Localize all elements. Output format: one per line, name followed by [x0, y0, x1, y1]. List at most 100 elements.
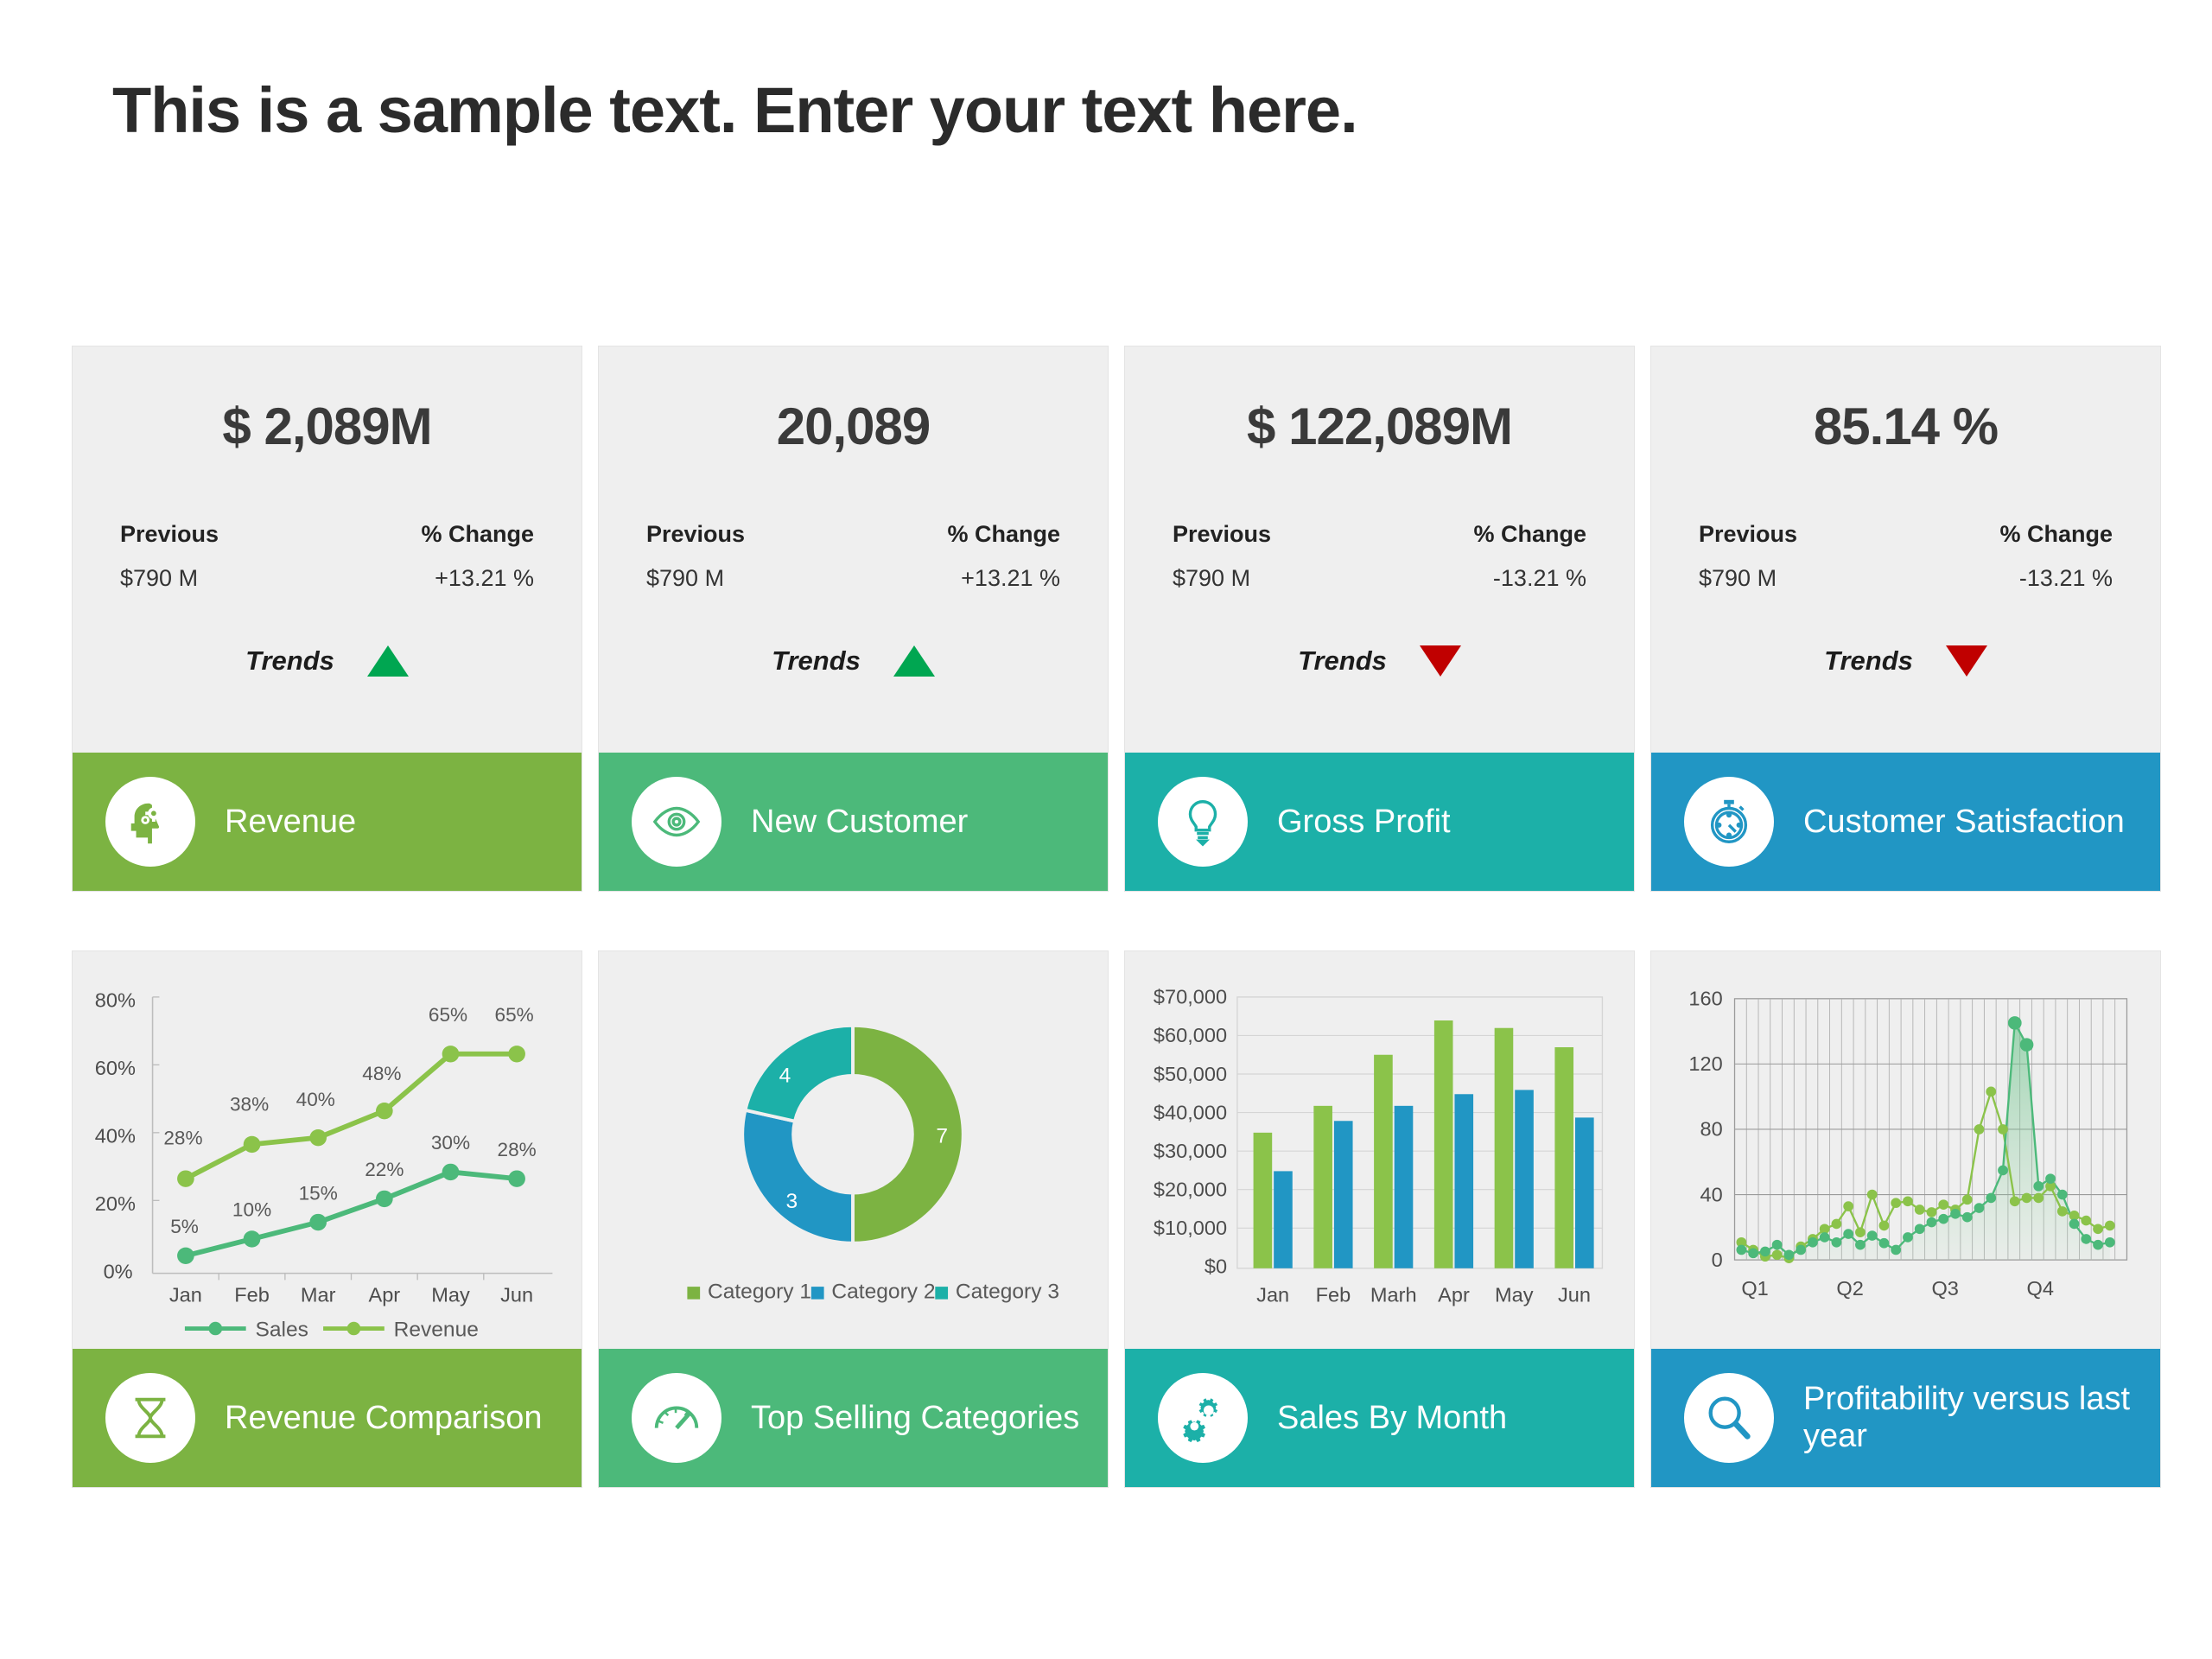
svg-text:Feb: Feb: [1316, 1284, 1351, 1306]
kpi-value: $ 2,089M: [222, 397, 432, 455]
kpi-stats: Previous $790 M % Change +13.21 %: [599, 521, 1108, 592]
stopwatch-icon: [1684, 777, 1774, 867]
svg-text:Feb: Feb: [234, 1284, 270, 1306]
kpi-body: $ 122,089M Previous $790 M % Change -13.…: [1125, 346, 1634, 753]
trend-label: Trends: [772, 645, 861, 676]
svg-text:$10,000: $10,000: [1154, 1217, 1227, 1239]
kpi-value: 20,089: [776, 397, 931, 455]
svg-text:80%: 80%: [95, 989, 136, 1012]
kpi-footer-customer-satisfaction[interactable]: Customer Satisfaction: [1651, 753, 2160, 891]
chart-footer-label: Top Selling Categories: [751, 1399, 1080, 1436]
kpi-value: $ 122,089M: [1247, 397, 1513, 455]
svg-text:Jun: Jun: [500, 1284, 533, 1306]
previous-label: Previous: [120, 521, 219, 547]
svg-text:0: 0: [1712, 1249, 1723, 1271]
change-value: -13.21 %: [1492, 565, 1586, 591]
kpi-card-revenue[interactable]: $ 2,089M Previous $790 M % Change +13.21…: [72, 346, 582, 892]
trend-row: Trends: [1651, 645, 2160, 677]
svg-text:$20,000: $20,000: [1154, 1179, 1227, 1201]
kpi-footer-label: New Customer: [751, 803, 969, 840]
page-title: This is a sample text. Enter your text h…: [112, 74, 1358, 146]
bar-chart: $70,000 $60,000 $50,000 $40,000 $30,000 $20…: [1125, 951, 1634, 1349]
svg-text:65%: 65%: [495, 1004, 534, 1026]
svg-text:May: May: [1495, 1284, 1534, 1306]
svg-text:40: 40: [1700, 1183, 1723, 1205]
svg-text:$0: $0: [1205, 1255, 1227, 1278]
change-label: % Change: [1473, 521, 1586, 547]
svg-text:22%: 22%: [365, 1159, 404, 1180]
svg-text:15%: 15%: [299, 1182, 338, 1204]
svg-text:May: May: [431, 1284, 470, 1306]
kpi-stats: Previous $790 M % Change +13.21 %: [73, 521, 582, 592]
svg-text:Jan: Jan: [169, 1284, 202, 1306]
svg-text:28%: 28%: [498, 1139, 537, 1160]
chart-row: 80% 60% 40% 20% 0% 28% 38% 40% 48% 65% 6…: [72, 950, 2163, 1488]
svg-text:Q1: Q1: [1741, 1277, 1768, 1300]
kpi-card-customer-satisfaction[interactable]: 85.14 % Previous $790 M % Change -13.21 …: [1650, 346, 2161, 892]
change-value: -13.21 %: [2018, 565, 2113, 591]
svg-text:$60,000: $60,000: [1154, 1024, 1227, 1046]
kpi-stats: Previous $790 M % Change -13.21 %: [1651, 521, 2160, 592]
svg-text:Revenue: Revenue: [394, 1318, 479, 1341]
svg-text:Jan: Jan: [1256, 1284, 1289, 1306]
chart-footer-sales-by-month[interactable]: Sales By Month: [1125, 1349, 1634, 1487]
previous-value: $790 M: [1699, 565, 1777, 591]
svg-text:40%: 40%: [95, 1125, 136, 1147]
previous-value: $790 M: [646, 565, 725, 591]
dashboard-grid: $ 2,089M Previous $790 M % Change +13.21…: [72, 346, 2163, 1488]
svg-text:Category 3: Category 3: [956, 1281, 1059, 1304]
chart-card-profitability[interactable]: 160 120 80 40 0 Q1 Q2 Q3 Q4 Profitabilit…: [1650, 950, 2161, 1488]
kpi-footer-label: Revenue: [225, 803, 357, 840]
kpi-body: $ 2,089M Previous $790 M % Change +13.21…: [73, 346, 582, 753]
trend-up-arrow-icon: [366, 645, 409, 677]
previous-value: $790 M: [120, 565, 199, 591]
kpi-value: 85.14 %: [1813, 397, 1999, 455]
kpi-body: 85.14 % Previous $790 M % Change -13.21 …: [1651, 346, 2160, 753]
trend-down-arrow-icon: [1419, 645, 1461, 677]
svg-text:Category 2: Category 2: [831, 1281, 935, 1304]
svg-text:Marh: Marh: [1370, 1284, 1417, 1306]
kpi-card-new-customer[interactable]: 20,089 Previous $790 M % Change +13.21 %…: [598, 346, 1109, 892]
svg-text:Q4: Q4: [2027, 1277, 2054, 1300]
chart-card-sales-by-month[interactable]: $70,000 $60,000 $50,000 $40,000 $30,000 $20…: [1124, 950, 1635, 1488]
eye-icon: [632, 777, 721, 867]
chart-footer-label: Sales By Month: [1277, 1399, 1508, 1436]
kpi-body: 20,089 Previous $790 M % Change +13.21 %…: [599, 346, 1108, 753]
svg-text:10%: 10%: [232, 1199, 271, 1221]
gauge-icon: [632, 1373, 721, 1463]
svg-text:28%: 28%: [163, 1128, 202, 1149]
chart-card-revenue-comparison[interactable]: 80% 60% 40% 20% 0% 28% 38% 40% 48% 65% 6…: [72, 950, 582, 1488]
kpi-stats: Previous $790 M % Change -13.21 %: [1125, 521, 1634, 592]
head-gears-icon: [105, 777, 195, 867]
lightbulb-icon: [1158, 777, 1248, 867]
kpi-card-gross-profit[interactable]: $ 122,089M Previous $790 M % Change -13.…: [1124, 346, 1635, 892]
previous-label: Previous: [1173, 521, 1272, 547]
line-chart: 80% 60% 40% 20% 0% 28% 38% 40% 48% 65% 6…: [73, 951, 582, 1349]
svg-text:Apr: Apr: [368, 1284, 400, 1306]
kpi-footer-new-customer[interactable]: New Customer: [599, 753, 1108, 891]
svg-text:Jun: Jun: [1558, 1284, 1591, 1306]
previous-label: Previous: [646, 521, 746, 547]
chart-footer-top-selling-categories[interactable]: Top Selling Categories: [599, 1349, 1108, 1487]
trend-label: Trends: [1298, 645, 1387, 676]
svg-text:30%: 30%: [431, 1132, 470, 1154]
chart-footer-label: Profitability versus last year: [1803, 1381, 2131, 1454]
chart-footer-profitability[interactable]: Profitability versus last year: [1651, 1349, 2160, 1487]
kpi-footer-gross-profit[interactable]: Gross Profit: [1125, 753, 1634, 891]
svg-text:38%: 38%: [230, 1094, 269, 1116]
svg-text:3: 3: [785, 1190, 798, 1213]
svg-text:160: 160: [1688, 988, 1722, 1010]
trend-down-arrow-icon: [1945, 645, 1987, 677]
svg-text:$30,000: $30,000: [1154, 1140, 1227, 1162]
kpi-footer-label: Gross Profit: [1277, 803, 1451, 840]
chart-card-top-selling-categories[interactable]: 7 3 4 Category 1 Category 2 Category 3 T…: [598, 950, 1109, 1488]
donut-chart: 7 3 4 Category 1 Category 2 Category 3: [599, 951, 1108, 1349]
chart-footer-revenue-comparison[interactable]: Revenue Comparison: [73, 1349, 582, 1487]
trend-label: Trends: [1824, 645, 1913, 676]
kpi-row: $ 2,089M Previous $790 M % Change +13.21…: [72, 346, 2163, 892]
kpi-footer-revenue[interactable]: Revenue: [73, 753, 582, 891]
svg-text:20%: 20%: [95, 1192, 136, 1215]
svg-text:65%: 65%: [429, 1004, 467, 1026]
hourglass-icon: [105, 1373, 195, 1463]
gears-icon: [1158, 1373, 1248, 1463]
